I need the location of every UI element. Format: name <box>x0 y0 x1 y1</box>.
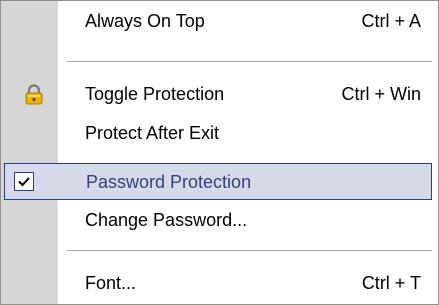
menu-item-always-on-top[interactable]: Always On Top Ctrl + A <box>1 2 438 40</box>
menu-item-shortcut: Ctrl + T <box>361 273 421 293</box>
menu-item-shortcut: Ctrl + A <box>361 11 421 31</box>
menu-item-label: Change Password... <box>85 210 248 230</box>
menu-item-label: Protect After Exit <box>85 123 220 143</box>
menu-item-change-password[interactable]: Change Password... <box>1 201 438 239</box>
menu-separator <box>67 61 432 62</box>
menu-item-label: Toggle Protection <box>85 84 225 104</box>
menu-item-toggle-protection[interactable]: Toggle Protection Ctrl + Win <box>1 75 438 113</box>
context-menu: Always On Top Ctrl + A Toggle Protection… <box>0 0 439 305</box>
menu-item-shortcut: Ctrl + Win <box>341 84 421 104</box>
menu-icon-gutter <box>1 1 58 304</box>
menu-separator <box>67 250 432 251</box>
checkmark-icon <box>14 172 34 191</box>
menu-item-label: Font... <box>85 273 137 293</box>
lock-icon <box>24 84 44 105</box>
menu-item-label: Password Protection <box>86 172 252 192</box>
menu-item-label: Always On Top <box>85 11 205 31</box>
menu-item-password-protection[interactable]: Password Protection <box>4 163 432 200</box>
menu-item-font[interactable]: Font... Ctrl + T <box>1 264 438 302</box>
menu-item-protect-after-exit[interactable]: Protect After Exit <box>1 114 438 152</box>
